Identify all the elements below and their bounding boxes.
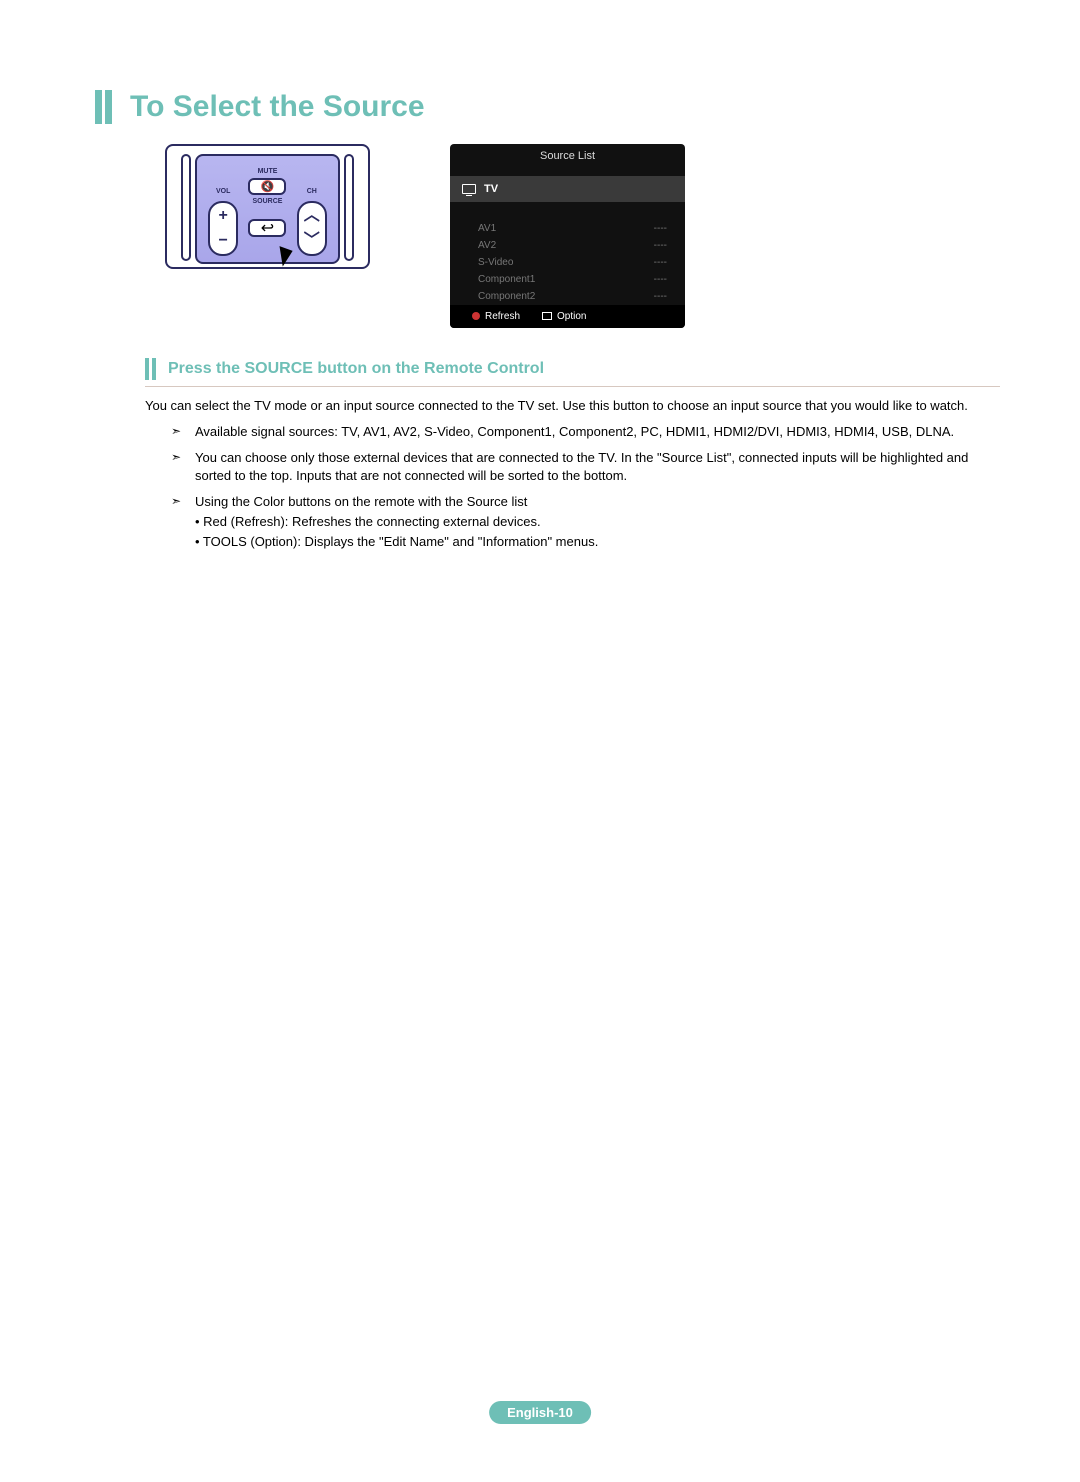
pointer-arrow-icon bbox=[273, 246, 292, 268]
subheading-row: Press the SOURCE button on the Remote Co… bbox=[145, 358, 1000, 380]
osd-tv-label: TV bbox=[484, 183, 498, 195]
list-item: Available signal sources: TV, AV1, AV2, … bbox=[171, 423, 1000, 441]
source-icon: ↩ bbox=[261, 218, 274, 238]
intro-paragraph: You can select the TV mode or an input s… bbox=[145, 397, 1000, 415]
list-item-text: Using the Color buttons on the remote wi… bbox=[195, 494, 527, 509]
osd-item-name: AV1 bbox=[478, 223, 496, 234]
ch-rocker: ︿ ﹀ bbox=[297, 201, 327, 256]
sub-line: • TOOLS (Option): Displays the "Edit Nam… bbox=[195, 533, 1000, 551]
remote-core: MUTE VOL 🔇 SOURCE CH + − ↩ ︿ bbox=[195, 154, 340, 264]
remote-side-right bbox=[344, 154, 354, 261]
list-item: You can choose only those external devic… bbox=[171, 449, 1000, 485]
source-list-osd: Source List TV AV1 ---- AV2 ---- S-Video --… bbox=[450, 144, 685, 328]
osd-item-status: ---- bbox=[654, 223, 667, 234]
refresh-hint: Refresh bbox=[472, 311, 520, 322]
osd-item-status: ---- bbox=[654, 240, 667, 251]
bullet-list: Available signal sources: TV, AV1, AV2, … bbox=[171, 423, 1000, 552]
title-accent-bars bbox=[95, 90, 112, 124]
osd-item-status: ---- bbox=[654, 274, 667, 285]
option-label: Option bbox=[557, 311, 586, 322]
figure-row: MUTE VOL 🔇 SOURCE CH + − ↩ ︿ bbox=[95, 144, 1000, 328]
list-item-text: You can choose only those external devic… bbox=[195, 450, 968, 483]
page-title: To Select the Source bbox=[130, 90, 425, 124]
vol-rocker: + − bbox=[208, 201, 238, 256]
remote-side-left bbox=[181, 154, 191, 261]
osd-item: AV1 ---- bbox=[450, 220, 685, 237]
osd-item-name: Component1 bbox=[478, 274, 535, 285]
minus-icon: − bbox=[218, 233, 227, 249]
list-item: Using the Color buttons on the remote wi… bbox=[171, 493, 1000, 552]
option-hint: Option bbox=[542, 311, 586, 322]
list-item-text: Available signal sources: TV, AV1, AV2, … bbox=[195, 424, 954, 439]
mute-button: 🔇 bbox=[248, 178, 286, 195]
plus-icon: + bbox=[218, 208, 227, 224]
red-dot-icon bbox=[472, 312, 480, 320]
osd-item-name: AV2 bbox=[478, 240, 496, 251]
osd-item-name: S-Video bbox=[478, 257, 513, 268]
chevron-down-icon: ﹀ bbox=[304, 233, 320, 249]
osd-footer: Refresh Option bbox=[450, 305, 685, 328]
source-button: ↩ bbox=[248, 219, 286, 237]
tv-icon bbox=[462, 184, 476, 194]
mute-icon: 🔇 bbox=[261, 180, 275, 193]
osd-item-name: Component2 bbox=[478, 291, 535, 302]
osd-item: AV2 ---- bbox=[450, 237, 685, 254]
osd-item: Component2 ---- bbox=[450, 288, 685, 305]
ch-label: CH bbox=[292, 184, 332, 198]
section-subheading: Press the SOURCE button on the Remote Co… bbox=[168, 358, 544, 380]
osd-header: Source List bbox=[450, 144, 685, 176]
osd-item-status: ---- bbox=[654, 257, 667, 268]
remote-control-illustration: MUTE VOL 🔇 SOURCE CH + − ↩ ︿ bbox=[165, 144, 370, 269]
refresh-label: Refresh bbox=[485, 311, 520, 322]
osd-tv-row: TV bbox=[450, 176, 685, 202]
osd-item: S-Video ---- bbox=[450, 254, 685, 271]
divider bbox=[145, 386, 1000, 387]
chevron-up-icon: ︿ bbox=[304, 208, 320, 224]
vol-label: VOL bbox=[203, 184, 243, 198]
page-footer-badge: English-10 bbox=[489, 1401, 591, 1424]
osd-item: Component1 ---- bbox=[450, 271, 685, 288]
sub-accent-bars bbox=[145, 358, 156, 380]
osd-item-status: ---- bbox=[654, 291, 667, 302]
page-title-row: To Select the Source bbox=[95, 90, 1000, 124]
tools-icon bbox=[542, 312, 552, 320]
sub-line: • Red (Refresh): Refreshes the connectin… bbox=[195, 513, 1000, 531]
